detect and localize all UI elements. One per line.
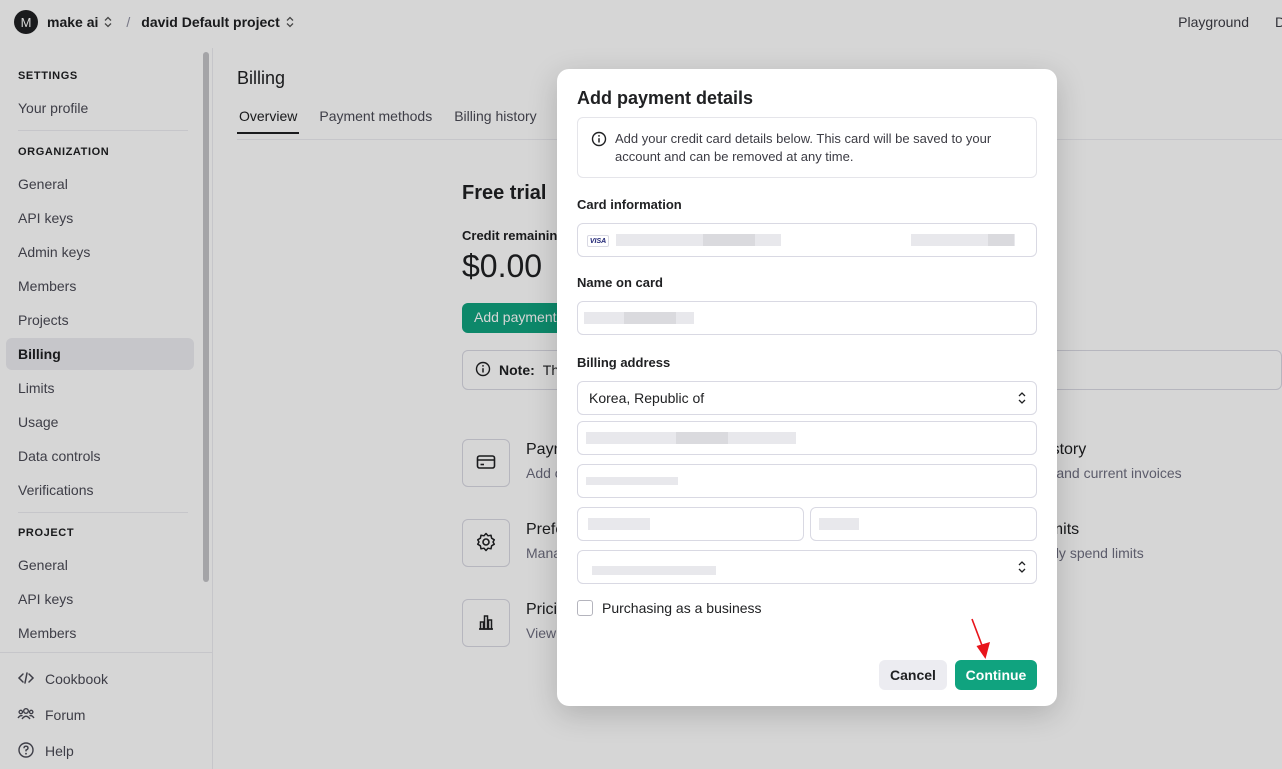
name-on-card-label: Name on card bbox=[577, 275, 663, 290]
billing-address-label: Billing address bbox=[577, 355, 671, 370]
cancel-button[interactable]: Cancel bbox=[879, 660, 947, 690]
redacted-address-2 bbox=[586, 477, 678, 485]
business-checkbox-row[interactable]: Purchasing as a business bbox=[577, 600, 762, 616]
country-value: Korea, Republic of bbox=[589, 390, 705, 406]
redacted-block bbox=[703, 234, 755, 246]
continue-button[interactable]: Continue bbox=[955, 660, 1037, 690]
redacted-postal bbox=[819, 518, 859, 530]
country-select[interactable]: Korea, Republic of bbox=[577, 381, 1037, 415]
pointer-arrow-icon bbox=[971, 618, 990, 659]
modal-title: Add payment details bbox=[577, 88, 754, 108]
chevron-updown-icon bbox=[1018, 560, 1026, 574]
business-checkbox-label: Purchasing as a business bbox=[602, 600, 762, 616]
redacted-block bbox=[988, 234, 1014, 246]
redacted-block bbox=[676, 432, 728, 444]
add-payment-modal: Add payment details Add your credit card… bbox=[557, 69, 1057, 706]
redacted-city bbox=[588, 518, 650, 530]
postal-code-field[interactable] bbox=[810, 507, 1037, 541]
redacted-card-number bbox=[616, 234, 781, 246]
info-icon bbox=[591, 131, 607, 147]
visa-icon: VISA bbox=[587, 235, 609, 247]
address-line1-field[interactable] bbox=[577, 421, 1037, 455]
name-on-card-field[interactable] bbox=[577, 301, 1037, 335]
business-checkbox[interactable] bbox=[577, 600, 593, 616]
card-number-field[interactable]: VISA bbox=[577, 223, 1037, 257]
info-text: Add your credit card details below. This… bbox=[615, 131, 992, 164]
chevron-updown-icon bbox=[1018, 391, 1026, 405]
redacted-block bbox=[624, 312, 676, 324]
region-select[interactable] bbox=[577, 550, 1037, 584]
redacted-region bbox=[592, 566, 716, 575]
city-field[interactable] bbox=[577, 507, 804, 541]
card-info-label: Card information bbox=[577, 197, 682, 212]
address-line2-field[interactable] bbox=[577, 464, 1037, 498]
info-notice: Add your credit card details below. This… bbox=[577, 117, 1037, 178]
